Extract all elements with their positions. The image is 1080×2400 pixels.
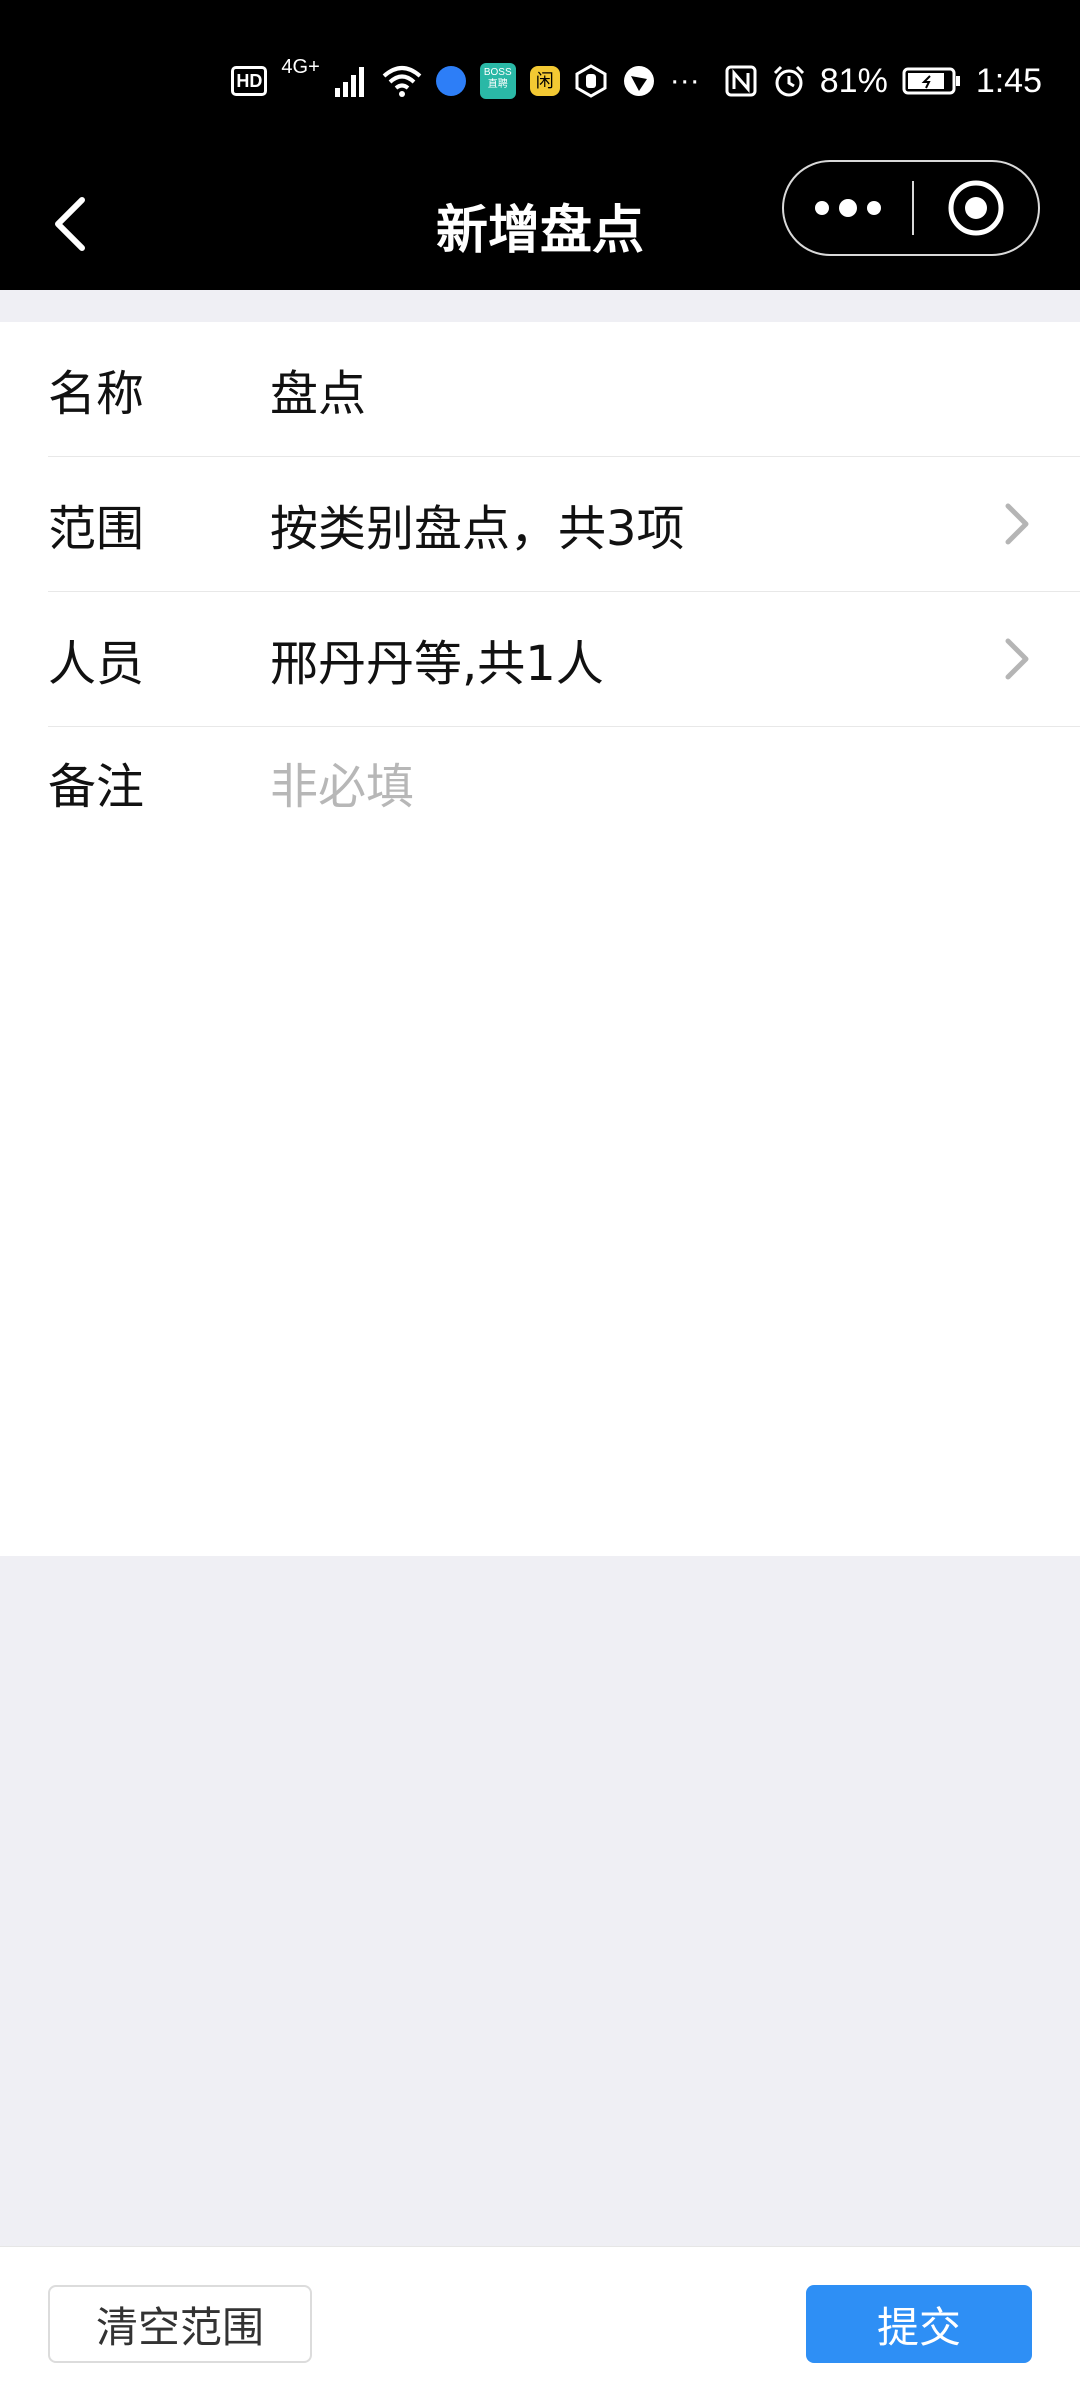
personnel-label: 人员 [48,636,145,692]
remark-input[interactable]: 非必填 [270,747,1080,817]
battery-percent: 81% [819,61,888,100]
mini-program-capsule [782,160,1040,256]
app-notification-icon [435,66,466,96]
clear-scope-button[interactable]: 清空范围 [48,2285,312,2363]
dot-icon [839,199,857,217]
status-icons: HD 4G+ BOSS 直聘 闲 ··· 81% 1:45 [231,52,1042,110]
hand-app-icon [575,64,607,98]
alarm-icon [773,65,804,97]
scope-value: 按类别盘点，共3项 [270,501,685,557]
nav-bar: 新增盘点 [0,160,1080,290]
more-notifications-icon: ··· [669,64,700,97]
inventory-form: 名称 盘点 范围 按类别盘点，共3项 人员 邢丹丹等,共1人 备注 非必填 [0,322,1080,1556]
name-label: 名称 [48,366,145,422]
name-row[interactable]: 名称 盘点 [48,322,1080,457]
chevron-right-icon [1005,638,1029,680]
target-icon [948,180,1004,236]
remark-row: 备注 非必填 [48,727,1080,837]
name-value[interactable]: 盘点 [270,354,1080,424]
hd-icon: HD [231,66,268,96]
chevron-right-icon [1005,503,1029,545]
battery-icon [902,67,960,95]
submit-button[interactable]: 提交 [806,2285,1032,2363]
status-bar: HD 4G+ BOSS 直聘 闲 ··· 81% 1:45 [0,0,1080,160]
network-type-label: 4G+ [281,56,320,78]
dot-icon [867,201,881,215]
scope-label: 范围 [48,501,145,557]
nfc-icon [725,65,757,97]
more-button[interactable] [784,162,912,254]
xianyu-app-icon: 闲 [529,66,560,96]
remark-label: 备注 [48,759,145,815]
bird-app-icon [623,66,654,96]
signal-icon [334,67,364,97]
dot-icon [815,201,829,215]
bottom-action-bar: 清空范围 提交 [0,2246,1080,2400]
close-mini-program-button[interactable] [914,162,1038,254]
scope-row[interactable]: 范围 按类别盘点，共3项 [48,457,1080,592]
boss-app-icon: BOSS 直聘 [479,63,516,99]
personnel-row[interactable]: 人员 邢丹丹等,共1人 [48,592,1080,727]
personnel-value: 邢丹丹等,共1人 [270,636,604,692]
wifi-icon [382,66,422,97]
clock-time: 1:45 [975,61,1042,100]
